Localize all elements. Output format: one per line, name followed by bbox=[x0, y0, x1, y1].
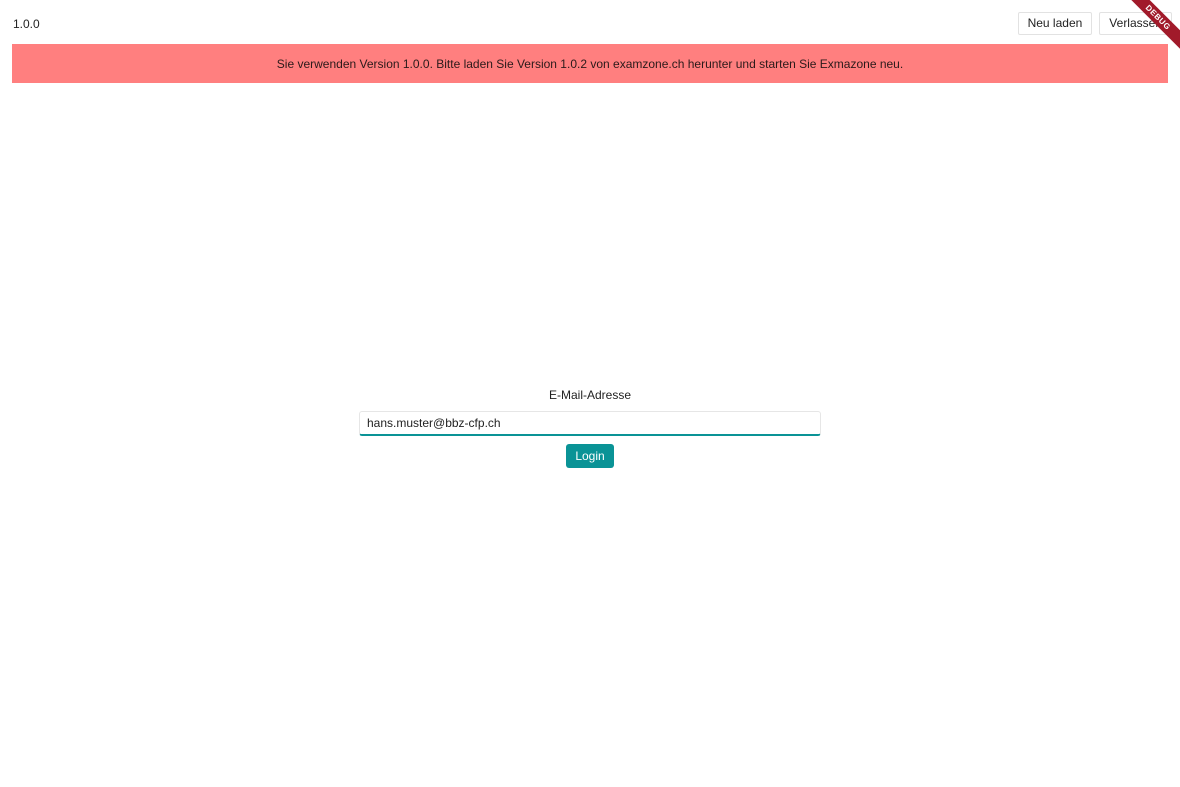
email-input[interactable] bbox=[359, 411, 821, 436]
exit-button[interactable]: Verlassen bbox=[1099, 12, 1172, 35]
toolbar: Neu laden Verlassen bbox=[1017, 12, 1172, 35]
version-label: 1.0.0 bbox=[13, 17, 40, 31]
login-form: E-Mail-Adresse Login bbox=[359, 388, 821, 468]
login-button[interactable]: Login bbox=[566, 444, 614, 468]
update-warning-banner: Sie verwenden Version 1.0.0. Bitte laden… bbox=[12, 44, 1168, 83]
reload-button[interactable]: Neu laden bbox=[1017, 12, 1093, 35]
update-warning-text: Sie verwenden Version 1.0.0. Bitte laden… bbox=[276, 56, 904, 71]
app-window: 1.0.0 Neu laden Verlassen Sie verwenden … bbox=[0, 0, 1180, 787]
email-label: E-Mail-Adresse bbox=[548, 388, 632, 402]
